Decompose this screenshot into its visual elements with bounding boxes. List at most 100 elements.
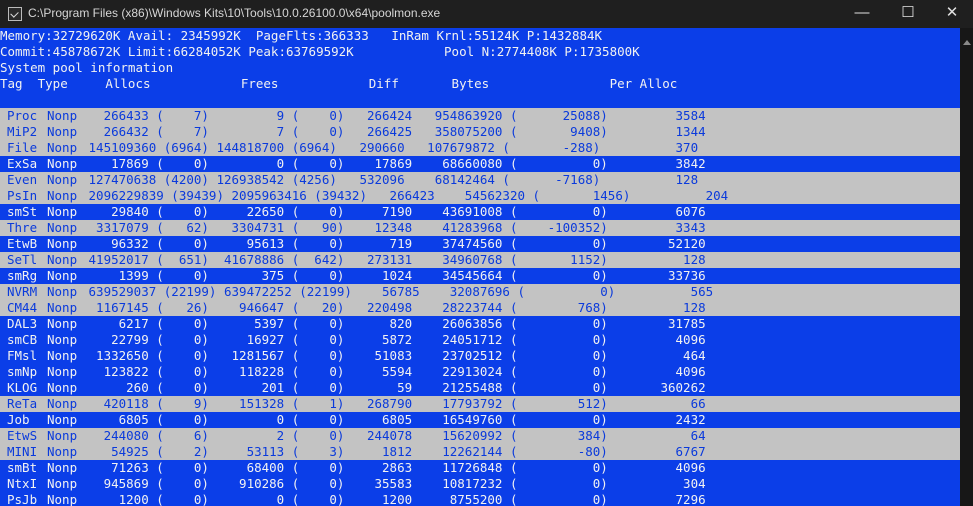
- window-title: C:\Program Files (x86)\Windows Kits\10\T…: [28, 6, 441, 20]
- section-title: System pool information: [0, 60, 174, 75]
- pool-tag: Job: [7, 412, 38, 427]
- pool-values: 17869 ( 0) 0 ( 0) 17869 68660080 ( 0) 38…: [81, 156, 706, 171]
- terminal-icon: [8, 7, 22, 21]
- pool-type: Nonp: [47, 204, 78, 219]
- table-row: MiP2 Nonp 266432 ( 7) 7 ( 0) 266425 35807…: [0, 124, 960, 140]
- pool-values: 6805 ( 0) 0 ( 0) 6805 16549760 ( 0) 2432: [81, 412, 706, 427]
- pool-tag: MINI: [7, 444, 38, 459]
- table-row: Thre Nonp 3317079 ( 62) 3304731 ( 90) 123…: [0, 220, 960, 236]
- table-row: PsJb Nonp 1200 ( 0) 0 ( 0) 1200 8755200 (…: [0, 492, 960, 506]
- pool-type: Nonp: [47, 108, 78, 123]
- pool-tag: smRg: [7, 268, 38, 283]
- table-row: EtwS Nonp 244080 ( 6) 2 ( 0) 244078 15620…: [0, 428, 960, 444]
- pool-values: 22799 ( 0) 16927 ( 0) 5872 24051712 ( 0)…: [81, 332, 706, 347]
- pool-values: 6217 ( 0) 5397 ( 0) 820 26063856 ( 0) 31…: [81, 316, 706, 331]
- pool-type: Nonp: [47, 428, 78, 443]
- scroll-up-arrow-icon[interactable]: [963, 40, 971, 45]
- pool-tag: smBt: [7, 460, 38, 475]
- close-button[interactable]: ✕: [929, 0, 973, 28]
- table-row: File Nonp 145109360 (6964) 144818700 (696…: [0, 140, 960, 156]
- column-header-row: Tag Type Allocs Frees Diff Bytes Per All…: [0, 76, 678, 91]
- table-row: KLOG Nonp 260 ( 0) 201 ( 0) 59 21255488 (…: [0, 380, 960, 396]
- pool-tag: File: [7, 140, 38, 155]
- table-row: EtwB Nonp 96332 ( 0) 95613 ( 0) 719 37474…: [0, 236, 960, 252]
- pool-values: 1399 ( 0) 375 ( 0) 1024 34545664 ( 0) 33…: [81, 268, 706, 283]
- pool-values: 54925 ( 2) 53113 ( 3) 1812 12262144 ( -8…: [81, 444, 706, 459]
- pool-values: 1332650 ( 0) 1281567 ( 0) 51083 23702512…: [81, 348, 706, 363]
- pool-values: 244080 ( 6) 2 ( 0) 244078 15620992 ( 384…: [81, 428, 706, 443]
- pool-values: 1167145 ( 26) 946647 ( 20) 220498 282237…: [81, 300, 706, 315]
- pool-type: Nonp: [47, 380, 78, 395]
- pool-values: 2096229839 (39439) 2095963416 (39432) 26…: [81, 188, 729, 203]
- pool-type: Nonp: [47, 188, 78, 203]
- table-row: Job Nonp 6805 ( 0) 0 ( 0) 6805 16549760 …: [0, 412, 960, 428]
- table-row: NtxI Nonp 945869 ( 0) 910286 ( 0) 35583 1…: [0, 476, 960, 492]
- pool-tag: PsIn: [7, 188, 38, 203]
- pool-type: Nonp: [47, 332, 78, 347]
- pool-tag: DAL3: [7, 316, 38, 331]
- pool-values: 3317079 ( 62) 3304731 ( 90) 12348 412839…: [81, 220, 706, 235]
- pool-type: Nonp: [47, 220, 78, 235]
- pool-type: Nonp: [47, 140, 78, 155]
- table-row: smBt Nonp 71263 ( 0) 68400 ( 0) 2863 1172…: [0, 460, 960, 476]
- pool-values: 41952017 ( 651) 41678886 ( 642) 273131 3…: [81, 252, 706, 267]
- table-row: NVRM Nonp 639529037 (22199) 639472252 (22…: [0, 284, 960, 300]
- table-row: ReTa Nonp 420118 ( 9) 151328 ( 1) 268790 …: [0, 396, 960, 412]
- console-output[interactable]: Memory:32729620K Avail: 2345992K PageFlt…: [0, 28, 960, 506]
- commit-summary-line: Commit:45878672K Limit:66284052K Peak:63…: [0, 44, 640, 59]
- pool-type: Nonp: [47, 492, 78, 506]
- pool-values: 1200 ( 0) 0 ( 0) 1200 8755200 ( 0) 7296: [81, 492, 706, 506]
- table-row: MINI Nonp 54925 ( 2) 53113 ( 3) 1812 1226…: [0, 444, 960, 460]
- pool-values: 123822 ( 0) 118228 ( 0) 5594 22913024 ( …: [81, 364, 706, 379]
- table-row: Proc Nonp 266433 ( 7) 9 ( 0) 266424 95486…: [0, 108, 960, 124]
- pool-tag: smCB: [7, 332, 38, 347]
- pool-type: Nonp: [47, 268, 78, 283]
- pool-values: 29840 ( 0) 22650 ( 0) 7190 43691008 ( 0)…: [81, 204, 706, 219]
- pool-tag: MiP2: [7, 124, 38, 139]
- pool-values: 127470638 (4200) 126938542 (4256) 532096…: [81, 172, 699, 187]
- pool-tag: PsJb: [7, 492, 38, 506]
- pool-tag: ExSa: [7, 156, 38, 171]
- pool-type: Nonp: [47, 348, 78, 363]
- pool-values: 260 ( 0) 201 ( 0) 59 21255488 ( 0) 36026…: [81, 380, 706, 395]
- pool-values: 266433 ( 7) 9 ( 0) 266424 954863920 ( 25…: [81, 108, 706, 123]
- pool-type: Nonp: [47, 124, 78, 139]
- scrollbar[interactable]: [960, 28, 973, 506]
- pool-values: 145109360 (6964) 144818700 (6964) 290660…: [81, 140, 699, 155]
- minimize-button[interactable]: —: [839, 0, 885, 28]
- pool-type: Nonp: [47, 156, 78, 171]
- pool-values: 266432 ( 7) 7 ( 0) 266425 358075200 ( 94…: [81, 124, 706, 139]
- pool-type: Nonp: [47, 460, 78, 475]
- pool-tag: NtxI: [7, 476, 38, 491]
- pool-tag: KLOG: [7, 380, 38, 395]
- pool-tag: Even: [7, 172, 38, 187]
- pool-type: Nonp: [47, 412, 78, 427]
- pool-tag: EtwS: [7, 428, 38, 443]
- pool-tag: SeTl: [7, 252, 38, 267]
- table-row: smSt Nonp 29840 ( 0) 22650 ( 0) 7190 4369…: [0, 204, 960, 220]
- pool-tag: EtwB: [7, 236, 38, 251]
- table-row: FMsl Nonp 1332650 ( 0) 1281567 ( 0) 51083…: [0, 348, 960, 364]
- table-row: smRg Nonp 1399 ( 0) 375 ( 0) 1024 3454566…: [0, 268, 960, 284]
- table-row: CM44 Nonp 1167145 ( 26) 946647 ( 20) 2204…: [0, 300, 960, 316]
- pool-type: Nonp: [47, 252, 78, 267]
- pool-type: Nonp: [47, 476, 78, 491]
- table-row: ExSa Nonp 17869 ( 0) 0 ( 0) 17869 6866008…: [0, 156, 960, 172]
- table-row: Even Nonp 127470638 (4200) 126938542 (425…: [0, 172, 960, 188]
- pool-type: Nonp: [47, 444, 78, 459]
- pool-type: Nonp: [47, 236, 78, 251]
- table-row: PsIn Nonp 2096229839 (39439) 2095963416 (…: [0, 188, 960, 204]
- maximize-button[interactable]: ☐: [885, 0, 931, 28]
- pool-tag: ReTa: [7, 396, 38, 411]
- pool-tag: Proc: [7, 108, 38, 123]
- pool-tag: NVRM: [7, 284, 38, 299]
- title-bar[interactable]: C:\Program Files (x86)\Windows Kits\10\T…: [0, 0, 973, 28]
- table-row: DAL3 Nonp 6217 ( 0) 5397 ( 0) 820 2606385…: [0, 316, 960, 332]
- pool-tag: FMsl: [7, 348, 38, 363]
- table-row: SeTl Nonp 41952017 ( 651) 41678886 ( 642)…: [0, 252, 960, 268]
- pool-values: 639529037 (22199) 639472252 (22199) 5678…: [81, 284, 714, 299]
- pool-type: Nonp: [47, 300, 78, 315]
- pool-tag: smSt: [7, 204, 38, 219]
- table-row: smCB Nonp 22799 ( 0) 16927 ( 0) 5872 2405…: [0, 332, 960, 348]
- table-row: smNp Nonp 123822 ( 0) 118228 ( 0) 5594 22…: [0, 364, 960, 380]
